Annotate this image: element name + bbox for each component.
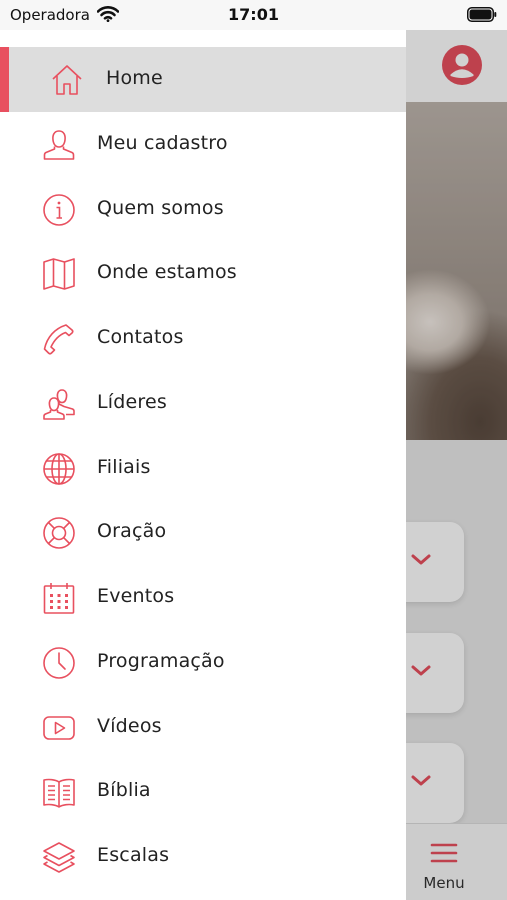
home-icon [52, 65, 82, 95]
status-bar: Operadora 17:01 [0, 0, 507, 30]
users-icon [43, 389, 75, 420]
menu-item-meu-cadastro[interactable]: Meu cadastro [0, 112, 406, 177]
calendar-icon [43, 583, 75, 614]
menu-item-filiais[interactable]: Filiais [0, 436, 406, 501]
menu-item-label: Vídeos [97, 715, 162, 737]
menu-item-contatos[interactable]: Contatos [0, 306, 406, 371]
active-indicator [0, 47, 9, 112]
menu-item-label: Programação [97, 650, 225, 672]
map-icon [43, 258, 75, 290]
menu-item-escalas[interactable]: Escalas [0, 824, 406, 889]
menu-item-home[interactable]: Home [0, 47, 406, 112]
menu-item-label: Líderes [97, 391, 167, 413]
menu-item-eventos[interactable]: Eventos [0, 565, 406, 630]
layers-icon [43, 842, 75, 873]
menu-item-label: Escalas [97, 844, 170, 866]
menu-item-label: Eventos [97, 585, 175, 607]
menu-item-label: Quem somos [97, 197, 224, 219]
video-icon [43, 716, 75, 740]
menu-item-oracao[interactable]: Oração [0, 500, 406, 565]
menu-item-label: Meu cadastro [97, 132, 228, 154]
menu-item-label: Home [106, 67, 163, 89]
menu-item-lideres[interactable]: Líderes [0, 371, 406, 436]
user-icon [43, 130, 75, 160]
globe-icon [43, 453, 75, 485]
phone-icon [43, 324, 74, 355]
menu-item-programacao[interactable]: Programação [0, 630, 406, 695]
battery-icon [467, 7, 497, 22]
menu-item-label: Onde estamos [97, 261, 237, 283]
menu-item-label: Bíblia [97, 779, 151, 801]
menu-item-quem-somos[interactable]: Quem somos [0, 177, 406, 242]
menu-item-onde-estamos[interactable]: Onde estamos [0, 241, 406, 306]
menu-item-videos[interactable]: Vídeos [0, 695, 406, 760]
info-icon [43, 194, 75, 226]
menu-item-label: Contatos [97, 326, 184, 348]
clock-icon [43, 647, 75, 679]
lifebuoy-icon [43, 517, 75, 549]
menu-item-label: Oração [97, 520, 167, 542]
side-drawer: Home Meu cadastro Quem somos Onde estamo… [0, 30, 406, 900]
book-icon [43, 778, 75, 808]
menu-item-label: Filiais [97, 456, 151, 478]
status-time: 17:01 [228, 5, 279, 24]
menu-item-biblia[interactable]: Bíblia [0, 759, 406, 824]
